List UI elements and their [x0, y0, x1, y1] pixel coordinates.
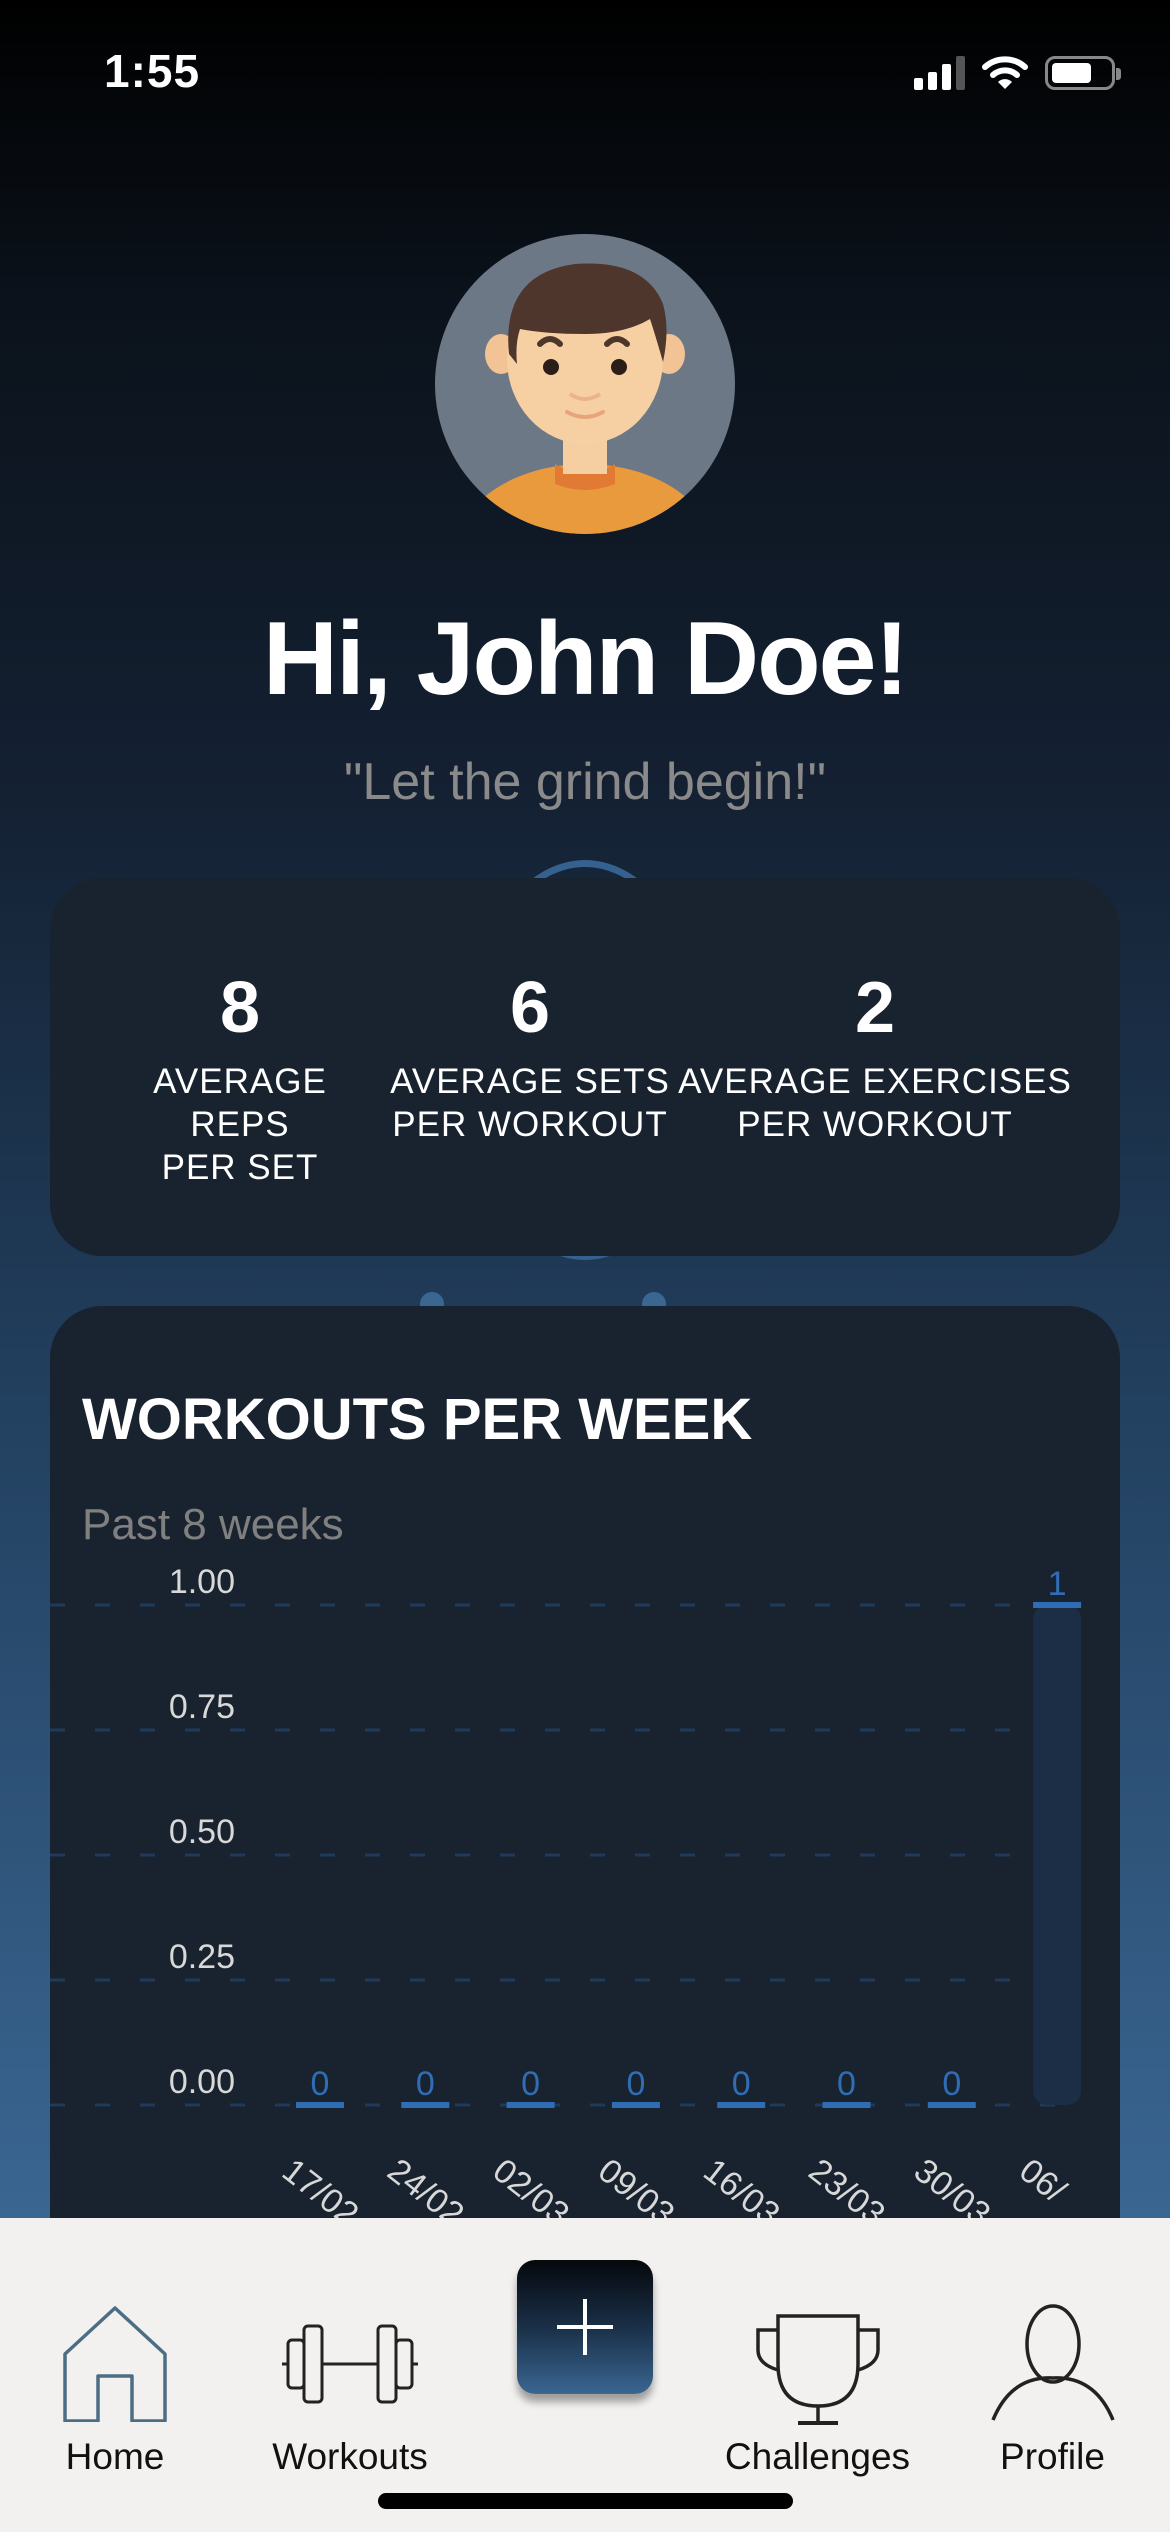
tab-workouts[interactable]: Workouts [255, 2218, 445, 2478]
stat-label-line: PER SET [161, 1148, 319, 1187]
wifi-icon [982, 56, 1028, 89]
workouts-chart: 0.000.250.500.751.00017/02024/02002/0300… [50, 1563, 1082, 2234]
greeting-title: Hi, John Doe! [262, 601, 909, 717]
bar-value-label: 0 [837, 2065, 856, 2103]
motivational-quote: "Let the grind begin!" [343, 753, 827, 811]
stat-avg-exercises: 2 AVERAGE EXERCISES PER WORKOUT [675, 878, 1075, 1146]
dumbbell-icon [282, 2324, 418, 2404]
status-time: 1:55 [104, 45, 201, 97]
tab-icon-wrap [35, 2272, 195, 2422]
y-tick-label: 1.00 [169, 1563, 235, 1601]
stat-label-line: AVERAGE EXERCISES [678, 1062, 1072, 1101]
trophy-icon [755, 2314, 880, 2425]
home-icon [63, 2306, 167, 2422]
stat-label: AVERAGE EXERCISES PER WORKOUT [675, 1060, 1075, 1146]
tab-label: Challenges [724, 2436, 911, 2477]
y-tick-label: 0.00 [169, 2063, 235, 2101]
stat-value: 8 [219, 968, 261, 1048]
stat-label-line: AVERAGE SETS [390, 1062, 670, 1101]
bar-value-label: 0 [311, 2065, 330, 2103]
y-tick-label: 0.75 [169, 1688, 235, 1726]
bar-value-label: 0 [521, 2065, 540, 2103]
stat-avg-sets: 6 AVERAGE SETS PER WORKOUT [390, 878, 670, 1146]
bar-value-label: 0 [732, 2065, 751, 2103]
plus-icon [557, 2299, 613, 2355]
tab-label: Workouts [272, 2436, 428, 2477]
x-tick-label: 06/ [1012, 2151, 1073, 2210]
status-icons [914, 55, 1121, 91]
chart-title: WORKOUTS PER WEEK [82, 1387, 753, 1452]
status-bar: 1:55 [0, 0, 1170, 150]
stat-value: 2 [854, 968, 896, 1048]
stat-label-line: PER WORKOUT [737, 1105, 1013, 1144]
bar-value-label: 0 [416, 2065, 435, 2103]
bar-value-label: 0 [626, 2065, 645, 2103]
tab-challenges[interactable]: Challenges [715, 2218, 920, 2478]
stats-card: 8 AVERAGE REPS PER SET 6 AVERAGE SETS PE… [50, 878, 1120, 1256]
stat-label-line: PER WORKOUT [392, 1105, 668, 1144]
y-tick-label: 0.25 [169, 1938, 235, 1976]
workouts-per-week-card: 0.00 0.25 0.50 0.75 1.00 0 17/02 0 24/02 0 02/03 0 0… [50, 1306, 1120, 2306]
tab-home[interactable]: Home [35, 2218, 195, 2478]
avatar-illustration [458, 263, 712, 534]
tab-bar: Home Workouts Challenges Profile [0, 2218, 1170, 2532]
tab-icon-wrap [975, 2272, 1130, 2422]
person-icon [990, 2304, 1115, 2421]
tab-label: Profile [1000, 2436, 1105, 2477]
battery-icon [1045, 56, 1121, 90]
bar-value-label: 1 [1048, 1565, 1067, 1603]
stat-label: AVERAGE SETS PER WORKOUT [390, 1060, 670, 1146]
tab-profile[interactable]: Profile [975, 2218, 1130, 2478]
home-indicator[interactable] [378, 2493, 793, 2509]
cellular-signal-icon [914, 56, 965, 90]
y-tick-label: 0.50 [169, 1813, 235, 1851]
tab-icon-wrap [255, 2272, 445, 2422]
bar [1033, 1605, 1082, 2105]
stat-avg-reps: 8 AVERAGE REPS PER SET [100, 878, 380, 1189]
tab-label: Home [65, 2436, 165, 2477]
stat-label: AVERAGE REPS PER SET [100, 1060, 380, 1189]
bar-value-label: 0 [942, 2065, 961, 2103]
add-workout-button[interactable] [517, 2260, 653, 2394]
stat-value: 6 [509, 968, 551, 1048]
tab-icon-wrap [715, 2272, 920, 2425]
stat-label-line: AVERAGE REPS [153, 1062, 327, 1144]
avatar[interactable] [435, 234, 735, 534]
chart-subtitle: Past 8 weeks [82, 1500, 344, 1549]
